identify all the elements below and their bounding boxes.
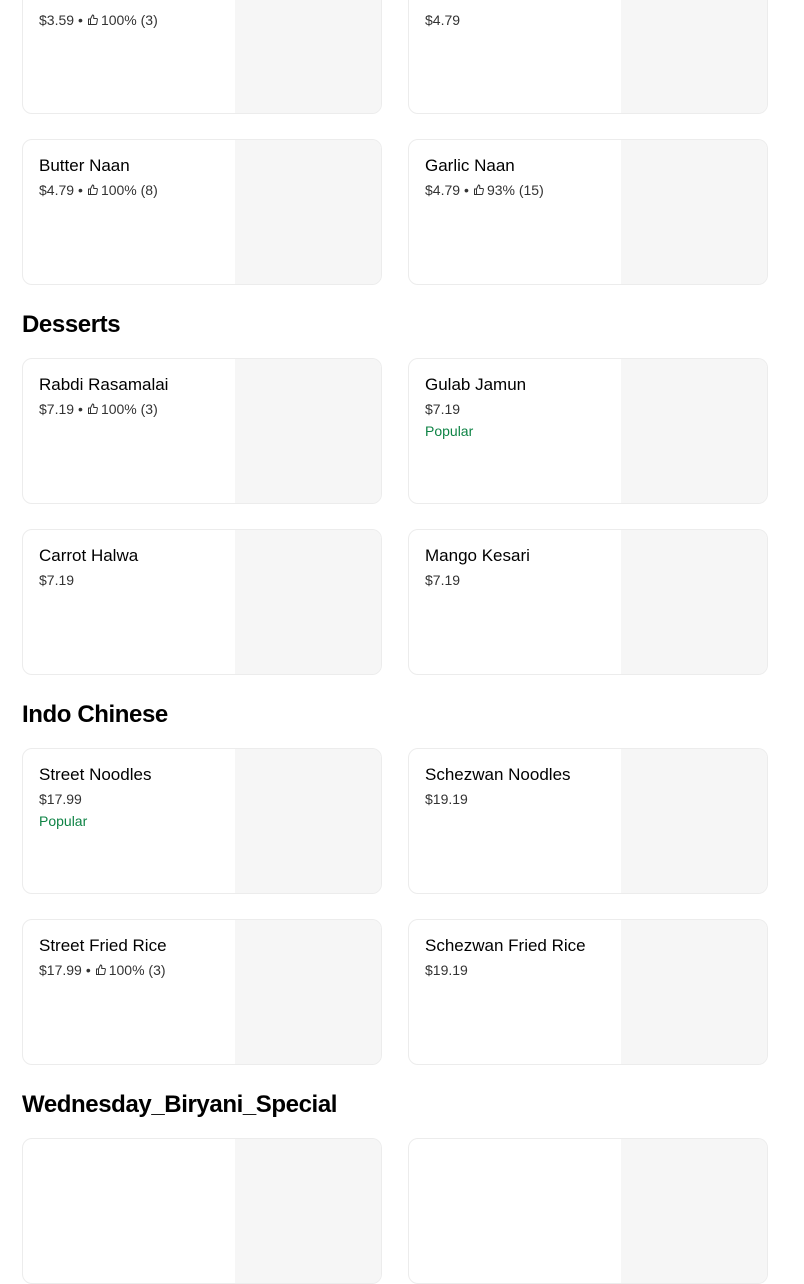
separator-dot: •: [78, 182, 83, 198]
item-image: [621, 920, 767, 1064]
thumbs-up-icon: [473, 184, 484, 195]
thumbs-up-icon: [87, 184, 98, 195]
item-price: $4.79: [425, 12, 461, 28]
item-name: Street Noodles: [39, 765, 152, 784]
item-meta: $17.99: [39, 790, 82, 808]
menu-item-card[interactable]: Carrot Halwa $7.19: [22, 529, 382, 675]
item-image: [621, 749, 767, 893]
section-title-indo-chinese: Indo Chinese: [22, 701, 168, 728]
menu-item-card[interactable]: Rabdi Rasamalai $7.19 • 100% (3): [22, 358, 382, 504]
item-image: [235, 0, 381, 113]
popular-badge: Popular: [39, 813, 88, 829]
item-image: [235, 359, 381, 503]
item-meta: $7.19: [425, 571, 460, 589]
item-price: $4.79: [39, 182, 75, 198]
item-image: [621, 359, 767, 503]
item-meta: $4.79 • 100% (8): [39, 181, 158, 199]
item-rating: 100% (3): [100, 401, 158, 417]
item-name: Garlic Naan: [425, 156, 515, 175]
item-meta: $7.19: [39, 571, 74, 589]
menu-item-card[interactable]: Schezwan Noodles $19.19: [408, 748, 768, 894]
menu-item-card[interactable]: [408, 1138, 768, 1284]
item-name: Schezwan Fried Rice: [425, 936, 586, 955]
item-image: [235, 530, 381, 674]
item-name: Schezwan Noodles: [425, 765, 571, 784]
separator-dot: •: [78, 401, 83, 417]
item-rating: 100% (8): [100, 182, 158, 198]
item-name: Gulab Jamun: [425, 375, 527, 394]
menu-item-card[interactable]: Schezwan Fried Rice $19.19: [408, 919, 768, 1065]
item-price: $7.19: [425, 401, 461, 417]
menu-item-card[interactable]: Butter Naan $4.79 • 100% (8): [22, 139, 382, 285]
item-rating: 100% (3): [100, 12, 158, 28]
popular-badge: Popular: [425, 423, 474, 439]
item-price: $7.19: [425, 572, 461, 588]
separator-dot: •: [85, 962, 91, 978]
menu-item-card[interactable]: Street Noodles $17.99 Popular: [22, 748, 382, 894]
item-meta: $7.19 • 100% (3): [39, 400, 158, 418]
item-image: [235, 749, 381, 893]
menu-item-card[interactable]: Mango Kesari $7.19: [408, 529, 768, 675]
item-price: $4.79: [425, 182, 461, 198]
menu-item-card[interactable]: $4.79: [408, 0, 768, 114]
menu-item-card[interactable]: [22, 1138, 382, 1284]
item-image: [621, 0, 767, 113]
item-image: [235, 1139, 381, 1283]
item-price: $17.99: [39, 791, 82, 807]
separator-dot: •: [78, 12, 83, 28]
item-meta: $7.19: [425, 400, 460, 418]
item-meta: $17.99 • 100% (3): [39, 961, 166, 979]
item-image: [621, 530, 767, 674]
menu-item-card[interactable]: Garlic Naan $4.79 • 93% (15): [408, 139, 768, 285]
item-image: [621, 140, 767, 284]
item-meta: $4.79: [425, 11, 460, 29]
section-title-biryani-special: Wednesday_Biryani_Special: [22, 1091, 338, 1118]
section-title-desserts: Desserts: [22, 311, 121, 338]
separator-dot: •: [464, 182, 469, 198]
item-price: $3.59: [39, 12, 75, 28]
menu-item-card[interactable]: $3.59 • 100% (3): [22, 0, 382, 114]
item-name: Butter Naan: [39, 156, 130, 175]
item-meta: $19.19: [425, 790, 468, 808]
menu-item-card[interactable]: Gulab Jamun $7.19 Popular: [408, 358, 768, 504]
item-image: [621, 1139, 767, 1283]
item-meta: $19.19: [425, 961, 468, 979]
item-price: $19.19: [425, 791, 468, 807]
item-price: $7.19: [39, 572, 75, 588]
item-rating: 93% (15): [486, 182, 544, 198]
item-meta: $3.59 • 100% (3): [39, 11, 158, 29]
item-image: [235, 920, 381, 1064]
item-image: [235, 140, 381, 284]
item-name: Rabdi Rasamalai: [39, 375, 169, 394]
item-meta: $4.79 • 93% (15): [425, 181, 544, 199]
item-name: Street Fried Rice: [39, 936, 167, 955]
item-name: Carrot Halwa: [39, 546, 139, 565]
thumbs-up-icon: [87, 403, 98, 414]
thumbs-up-icon: [87, 14, 98, 25]
item-price: $7.19: [39, 401, 75, 417]
item-price: $17.99: [39, 962, 82, 978]
item-name: Mango Kesari: [425, 546, 530, 565]
menu-item-card[interactable]: Street Fried Rice $17.99 • 100% (3): [22, 919, 382, 1065]
item-price: $19.19: [425, 962, 468, 978]
thumbs-up-icon: [95, 964, 106, 975]
item-rating: 100% (3): [108, 962, 166, 978]
